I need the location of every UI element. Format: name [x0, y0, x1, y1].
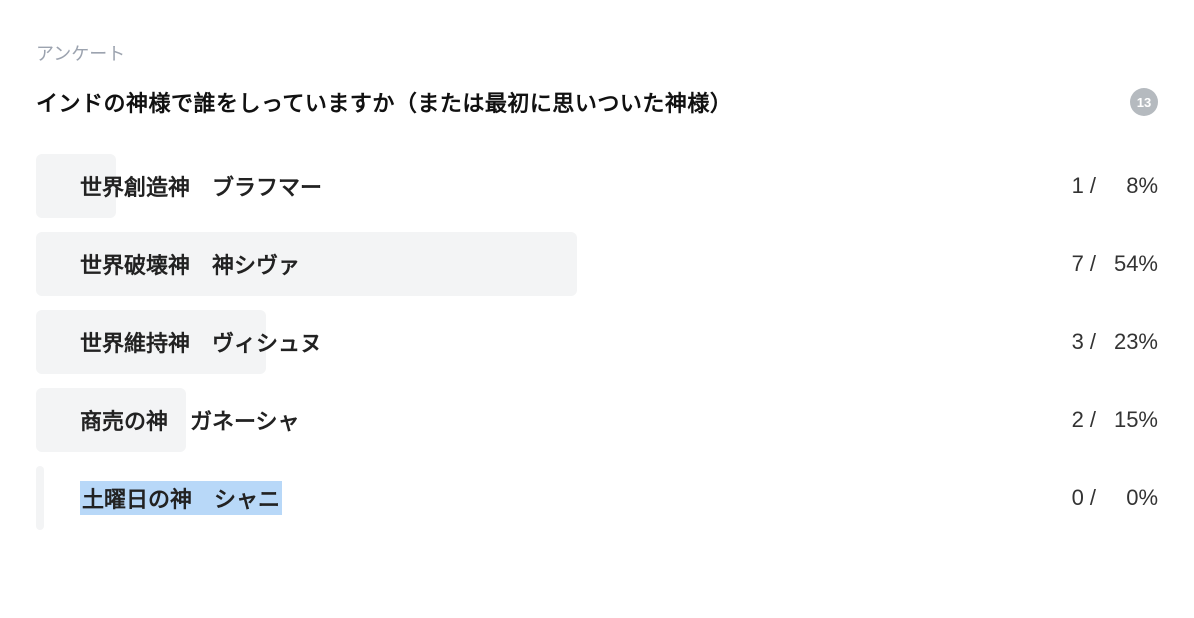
bar-container: 土曜日の神 シャニ: [36, 466, 1038, 530]
poll-option[interactable]: 土曜日の神 シャニ 0 / 0%: [36, 466, 1158, 530]
separator: /: [1090, 407, 1096, 433]
poll-option[interactable]: 世界破壊神 神シヴァ 7 / 54%: [36, 232, 1158, 296]
option-stats: 7 / 54%: [1058, 251, 1158, 277]
poll-option[interactable]: 世界創造神 ブラフマー 1 / 8%: [36, 154, 1158, 218]
vote-percent: 54%: [1102, 251, 1158, 277]
separator: /: [1090, 251, 1096, 277]
vote-percent: 15%: [1102, 407, 1158, 433]
bar-fill: [36, 466, 44, 530]
option-label: 世界破壊神 神シヴァ: [80, 248, 300, 280]
question-row: インドの神様で誰をしっていますか（または最初に思いついた神様） 13: [36, 86, 1158, 118]
poll-option[interactable]: 世界維持神 ヴィシュヌ 3 / 23%: [36, 310, 1158, 374]
question-text: インドの神様で誰をしっていますか（または最初に思いついた神様）: [36, 86, 732, 118]
separator: /: [1090, 485, 1096, 511]
section-label: アンケート: [36, 40, 1158, 66]
poll-option[interactable]: 商売の神 ガネーシャ 2 / 15%: [36, 388, 1158, 452]
vote-count: 1: [1058, 173, 1084, 199]
bar-container: 世界維持神 ヴィシュヌ: [36, 310, 1038, 374]
option-label: 土曜日の神 シャニ: [80, 481, 282, 515]
vote-percent: 23%: [1102, 329, 1158, 355]
vote-percent: 0%: [1102, 485, 1158, 511]
vote-count: 2: [1058, 407, 1084, 433]
bar-container: 商売の神 ガネーシャ: [36, 388, 1038, 452]
response-count-badge: 13: [1130, 88, 1158, 116]
poll-options: 世界創造神 ブラフマー 1 / 8% 世界破壊神 神シヴァ 7 / 54% 世界…: [36, 154, 1158, 530]
option-label: 世界創造神 ブラフマー: [80, 170, 322, 202]
option-label: 世界維持神 ヴィシュヌ: [80, 326, 322, 358]
option-label: 商売の神 ガネーシャ: [80, 404, 300, 436]
option-stats: 0 / 0%: [1058, 485, 1158, 511]
separator: /: [1090, 329, 1096, 355]
option-stats: 3 / 23%: [1058, 329, 1158, 355]
vote-count: 0: [1058, 485, 1084, 511]
option-stats: 2 / 15%: [1058, 407, 1158, 433]
vote-percent: 8%: [1102, 173, 1158, 199]
bar-container: 世界破壊神 神シヴァ: [36, 232, 1038, 296]
option-stats: 1 / 8%: [1058, 173, 1158, 199]
vote-count: 3: [1058, 329, 1084, 355]
bar-container: 世界創造神 ブラフマー: [36, 154, 1038, 218]
vote-count: 7: [1058, 251, 1084, 277]
separator: /: [1090, 173, 1096, 199]
